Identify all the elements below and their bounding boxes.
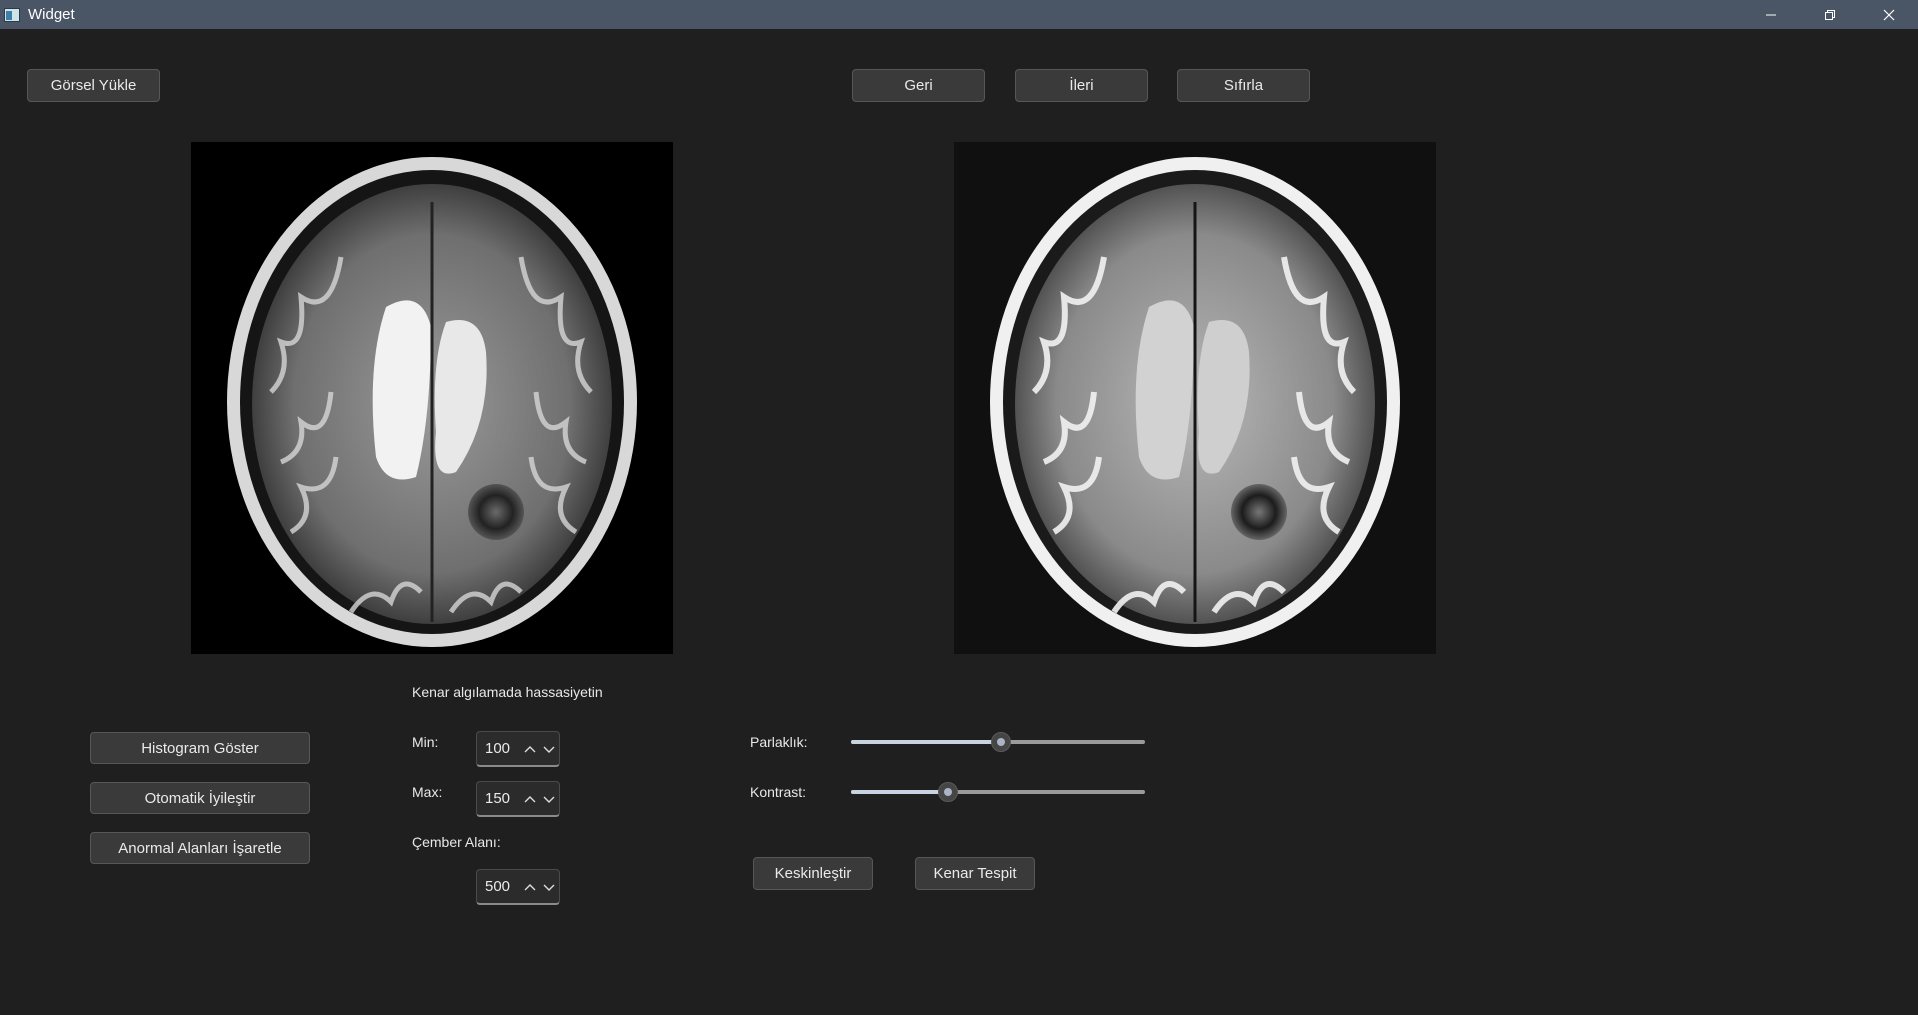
chevron-up-icon[interactable]	[523, 742, 537, 756]
app-icon	[4, 7, 20, 22]
auto-enhance-button[interactable]: Otomatik İyileştir	[90, 782, 310, 814]
original-image	[191, 142, 673, 654]
min-spinbox[interactable]: 100	[476, 731, 560, 767]
min-value: 100	[485, 740, 511, 757]
chevron-down-icon[interactable]	[542, 792, 556, 806]
processed-image	[954, 142, 1436, 654]
window-title: Widget	[28, 6, 75, 23]
window-controls	[1741, 0, 1918, 29]
min-label: Min:	[412, 734, 439, 750]
contrast-slider[interactable]	[851, 782, 1145, 802]
restore-icon[interactable]	[1800, 0, 1859, 29]
max-label: Max:	[412, 784, 443, 800]
circle-area-value: 500	[485, 878, 511, 895]
title-bar: Widget	[0, 0, 1918, 29]
chevron-up-icon[interactable]	[523, 880, 537, 894]
slider-fill	[851, 740, 1001, 744]
back-button[interactable]: Geri	[852, 69, 985, 102]
reset-button[interactable]: Sıfırla	[1177, 69, 1310, 102]
sharpen-button[interactable]: Keskinleştir	[753, 857, 873, 890]
circle-area-spinbox[interactable]: 500	[476, 869, 560, 905]
slider-fill	[851, 790, 949, 794]
close-icon[interactable]	[1859, 0, 1918, 29]
edge-sensitivity-heading: Kenar algılamada hassasiyetin	[412, 684, 603, 700]
edge-detect-button[interactable]: Kenar Tespit	[915, 857, 1035, 890]
slider-handle[interactable]	[990, 732, 1011, 752]
slider-handle[interactable]	[938, 782, 959, 802]
chevron-up-icon[interactable]	[523, 792, 537, 806]
load-image-button[interactable]: Görsel Yükle	[27, 69, 160, 102]
mark-abnormal-button[interactable]: Anormal Alanları İşaretle	[90, 832, 310, 864]
max-spinbox[interactable]: 150	[476, 781, 560, 817]
max-value: 150	[485, 790, 511, 807]
contrast-label: Kontrast:	[750, 784, 807, 800]
chevron-down-icon[interactable]	[542, 742, 556, 756]
brightness-slider[interactable]	[851, 732, 1145, 752]
chevron-down-icon[interactable]	[542, 880, 556, 894]
minimize-icon[interactable]	[1741, 0, 1800, 29]
brightness-label: Parlaklık:	[750, 734, 808, 750]
circle-area-label: Çember Alanı:	[412, 834, 501, 850]
forward-button[interactable]: İleri	[1015, 69, 1148, 102]
show-histogram-button[interactable]: Histogram Göster	[90, 732, 310, 764]
